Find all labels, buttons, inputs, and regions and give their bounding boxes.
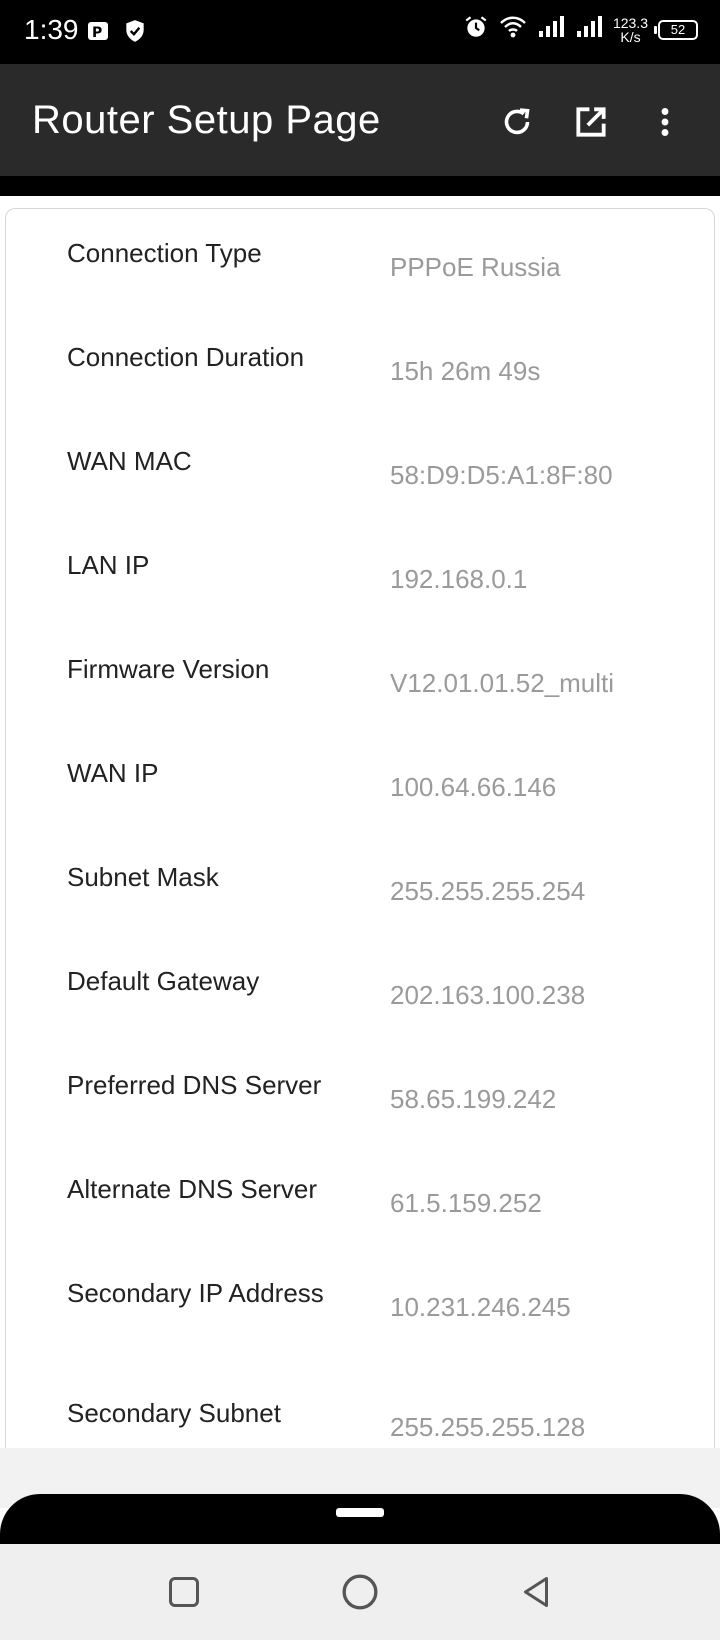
- app-bar: Router Setup Page: [0, 64, 720, 176]
- info-value: 58.65.199.242: [390, 1084, 557, 1114]
- info-value: 15h 26m 49s: [390, 356, 541, 386]
- info-row: WAN MAC 58:D9:D5:A1:8F:80: [6, 441, 714, 545]
- info-row: Secondary Subnet 255.255.255.128: [6, 1393, 714, 1448]
- info-row: Default Gateway 202.163.100.238: [6, 961, 714, 1065]
- recent-apps-icon: [169, 1577, 199, 1607]
- refresh-button[interactable]: [480, 94, 554, 150]
- alarm-icon: [463, 14, 489, 45]
- more-options-button[interactable]: [628, 94, 702, 150]
- info-row: Preferred DNS Server 58.65.199.242: [6, 1065, 714, 1169]
- more-vert-icon: [661, 108, 669, 136]
- info-value: 255.255.255.128: [390, 1412, 586, 1442]
- info-label: Preferred DNS Server: [67, 1070, 322, 1100]
- app-bar-actions: [480, 94, 702, 150]
- info-value: 100.64.66.146: [390, 772, 557, 802]
- router-info-card: Connection Type PPPoE Russia Connection …: [5, 208, 715, 1448]
- parking-app-icon: P: [86, 19, 110, 48]
- open-external-button[interactable]: [554, 94, 628, 150]
- info-label: LAN IP: [67, 550, 150, 580]
- info-row: Subnet Mask 255.255.255.254: [6, 857, 714, 961]
- info-row: Secondary IP Address 10.231.246.245: [6, 1273, 714, 1377]
- info-label: Connection Duration: [67, 342, 305, 372]
- network-speed-value: 123.3: [612, 14, 648, 31]
- info-label: Default Gateway: [67, 966, 260, 996]
- info-label: Connection Type: [67, 238, 262, 268]
- back-icon: [524, 1577, 548, 1607]
- shield-icon: [122, 18, 148, 49]
- info-row: LAN IP 192.168.0.1: [6, 545, 714, 649]
- status-bar: 1:39 P 123.3 K/s 52: [0, 0, 720, 64]
- home-icon: [342, 1574, 378, 1610]
- info-label: WAN IP: [67, 758, 159, 788]
- status-right-icons: 123.3 K/s 52: [463, 14, 698, 45]
- battery-icon: 52: [654, 19, 698, 40]
- gesture-bar[interactable]: [0, 1494, 720, 1544]
- home-button[interactable]: [340, 1572, 380, 1612]
- info-label: Alternate DNS Server: [67, 1174, 317, 1204]
- battery-level: 52: [670, 22, 686, 37]
- info-value: 58:D9:D5:A1:8F:80: [390, 460, 613, 490]
- info-row: Connection Type PPPoE Russia: [6, 233, 714, 337]
- page-title: Router Setup Page: [32, 98, 381, 142]
- navigation-bar: [0, 1544, 720, 1640]
- back-button[interactable]: [516, 1572, 556, 1612]
- info-row: WAN IP 100.64.66.146: [6, 753, 714, 857]
- info-value: 192.168.0.1: [390, 564, 528, 594]
- status-left-icons: P: [86, 18, 148, 49]
- open-external-icon: [576, 107, 606, 137]
- refresh-icon: [504, 108, 530, 135]
- info-row: Firmware Version V12.01.01.52_multi: [6, 649, 714, 753]
- network-speed-unit: K/s: [620, 28, 641, 45]
- info-row: Alternate DNS Server 61.5.159.252: [6, 1169, 714, 1273]
- recent-apps-button[interactable]: [164, 1572, 204, 1612]
- progress-strip: [0, 176, 720, 196]
- info-label: WAN MAC: [67, 446, 192, 476]
- info-value: PPPoE Russia: [390, 252, 561, 282]
- status-time: 1:39: [24, 14, 79, 45]
- info-label: Secondary IP Address: [67, 1278, 324, 1308]
- wifi-icon: [499, 14, 527, 45]
- svg-text:P: P: [92, 25, 102, 41]
- info-label: Secondary Subnet: [67, 1398, 281, 1428]
- info-value: 202.163.100.238: [390, 980, 586, 1010]
- cell-signal-icon-2: [575, 15, 603, 44]
- info-value: 61.5.159.252: [390, 1188, 542, 1218]
- info-label: Subnet Mask: [67, 862, 219, 892]
- cell-signal-icon: [537, 15, 565, 44]
- info-value: 255.255.255.254: [390, 876, 586, 906]
- network-speed: 123.3 K/s: [613, 16, 648, 44]
- info-value: V12.01.01.52_multi: [390, 668, 615, 698]
- gesture-handle[interactable]: [336, 1508, 384, 1517]
- info-value: 10.231.246.245: [390, 1292, 571, 1322]
- info-label: Firmware Version: [67, 654, 270, 684]
- info-row: Connection Duration 15h 26m 49s: [6, 337, 714, 441]
